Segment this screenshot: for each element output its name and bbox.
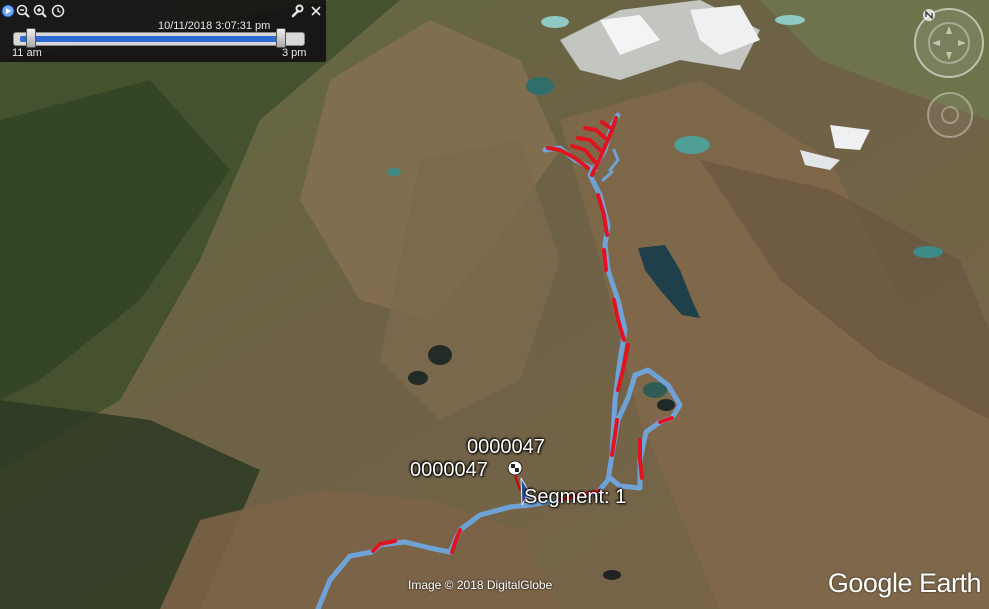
placemark-label-top[interactable]: 0000047: [467, 436, 545, 459]
segment-label[interactable]: Segment: 1: [524, 486, 626, 509]
google-earth-logo: Google Earth: [827, 568, 982, 598]
zoom-out-icon[interactable]: [15, 3, 31, 19]
time-slider-start-handle[interactable]: [26, 28, 36, 48]
play-icon[interactable]: [0, 3, 16, 19]
clock-icon[interactable]: [50, 3, 66, 19]
close-icon[interactable]: [308, 3, 324, 19]
zoom-in-icon[interactable]: [32, 3, 48, 19]
time-start-label: 11 am: [12, 47, 42, 59]
time-readout: 10/11/2018 3:07:31 pm: [158, 20, 271, 32]
satellite-terrain-view[interactable]: [0, 0, 989, 609]
look-around-icon[interactable]: [925, 90, 975, 140]
time-slider-panel: 10/11/2018 3:07:31 pm 11 am 3 pm: [0, 0, 326, 62]
wrench-icon[interactable]: [289, 3, 305, 19]
time-slider-end-handle[interactable]: [276, 28, 286, 48]
compass-icon[interactable]: [912, 6, 986, 80]
time-end-label: 3 pm: [282, 47, 307, 59]
imagery-credit: Image © 2018 DigitalGlobe: [408, 578, 553, 592]
placemark-label-left[interactable]: 0000047: [410, 459, 488, 482]
time-slider-range: [20, 36, 282, 42]
